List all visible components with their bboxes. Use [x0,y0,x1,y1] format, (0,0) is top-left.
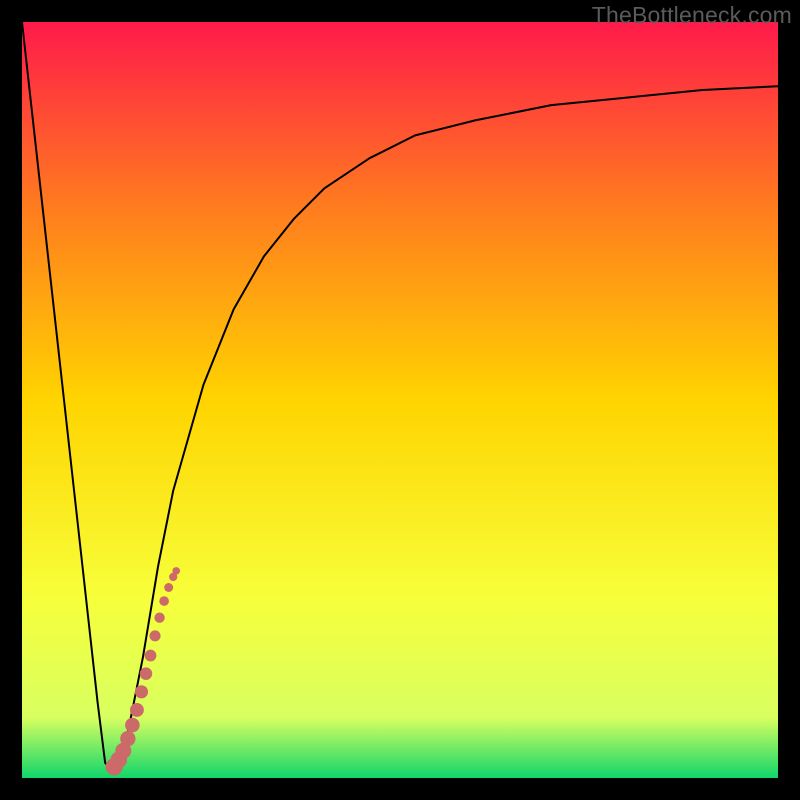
background-gradient [22,22,778,778]
watermark-text: TheBottleneck.com [592,2,792,29]
plot-area [22,22,778,778]
chart-frame: TheBottleneck.com [0,0,800,800]
